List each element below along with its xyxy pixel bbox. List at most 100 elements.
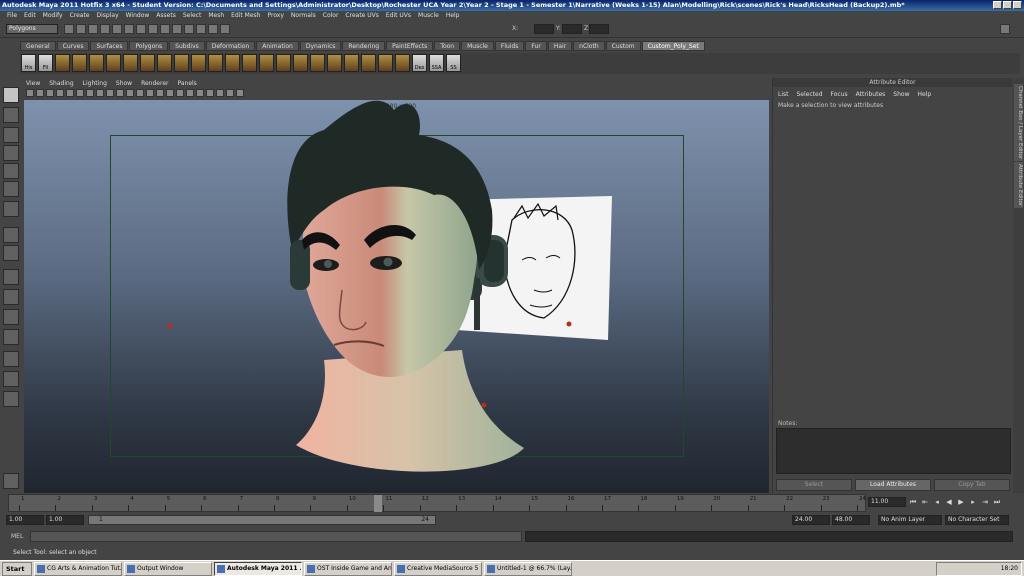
menu-muscle[interactable]: Muscle — [418, 11, 439, 21]
snap-point-icon[interactable] — [160, 24, 170, 34]
menu-edit[interactable]: Edit — [24, 11, 36, 21]
minimize-button[interactable] — [993, 1, 1002, 9]
poly-tool-icon[interactable] — [242, 54, 257, 72]
tab-custom-poly-set[interactable]: Custom_Poly_Set — [641, 41, 705, 51]
tab-channel-box-layer-editor[interactable]: Channel Box / Layer Editor — [1014, 84, 1023, 162]
soft-modify-tool-icon[interactable] — [3, 227, 19, 243]
animation-start-field[interactable]: 1.00 — [6, 515, 44, 525]
menu-mesh[interactable]: Mesh — [208, 11, 224, 21]
panel-menu-view[interactable]: View — [26, 80, 40, 89]
image-plane-icon[interactable] — [56, 89, 64, 97]
attr-menu-attributes[interactable]: Attributes — [856, 91, 886, 98]
tab-deformation[interactable]: Deformation — [205, 41, 256, 51]
ipr-render-icon[interactable] — [208, 24, 218, 34]
outliner-layout-icon[interactable] — [3, 371, 19, 387]
single-perspective-layout-icon[interactable] — [3, 269, 19, 285]
menu-edit-uvs[interactable]: Edit UVs — [386, 11, 411, 21]
poly-tool-icon[interactable] — [327, 54, 342, 72]
step-back-frame-icon[interactable]: ◂ — [932, 497, 942, 507]
use-all-lights-icon[interactable] — [176, 89, 184, 97]
playback-start-field[interactable]: 1.00 — [46, 515, 84, 525]
snap-curve-icon[interactable] — [148, 24, 158, 34]
snap-plane-icon[interactable] — [172, 24, 182, 34]
grid-icon[interactable] — [66, 89, 74, 97]
tab-painteffects[interactable]: PaintEffects — [386, 41, 434, 51]
poly-tool-icon[interactable] — [259, 54, 274, 72]
hypershade-layout-icon[interactable] — [3, 351, 19, 367]
poly-tool-icon[interactable] — [361, 54, 376, 72]
menu-create-uvs[interactable]: Create UVs — [345, 11, 378, 21]
poly-tool-icon[interactable] — [310, 54, 325, 72]
menu-color[interactable]: Color — [323, 11, 339, 21]
tab-animation[interactable]: Animation — [256, 41, 299, 51]
menu-edit-mesh[interactable]: Edit Mesh — [231, 11, 260, 21]
poly-tool-icon[interactable] — [106, 54, 121, 72]
notes-textarea[interactable] — [776, 428, 1011, 474]
tab-general[interactable]: General — [20, 41, 56, 51]
poly-tool-icon[interactable] — [395, 54, 410, 72]
tab-polygons[interactable]: Polygons — [129, 41, 169, 51]
history-shelf-icon[interactable]: His — [21, 54, 36, 72]
des-shelf-icon[interactable]: Des — [412, 54, 427, 72]
tab-muscle[interactable]: Muscle — [461, 41, 494, 51]
safe-action-icon[interactable] — [116, 89, 124, 97]
menu-select[interactable]: Select — [183, 11, 202, 21]
menu-set-dropdown[interactable]: Polygons — [6, 24, 58, 34]
go-to-start-icon[interactable]: ⏮ — [908, 497, 918, 507]
load-attributes-button[interactable]: Load Attributes — [855, 479, 931, 491]
mel-label[interactable]: MEL — [11, 533, 23, 540]
panel-menu-show[interactable]: Show — [116, 80, 132, 89]
xray-icon[interactable] — [216, 89, 224, 97]
copy-tab-button[interactable]: Copy Tab — [934, 479, 1010, 491]
wireframe-icon[interactable] — [136, 89, 144, 97]
attr-menu-focus[interactable]: Focus — [831, 91, 848, 98]
fill-shelf-icon[interactable]: Fil — [38, 54, 53, 72]
mel-input[interactable] — [30, 531, 522, 542]
close-button[interactable] — [1013, 1, 1022, 9]
attr-menu-list[interactable]: List — [778, 91, 789, 98]
select-object-icon[interactable] — [112, 24, 122, 34]
smooth-shade-icon[interactable] — [146, 89, 154, 97]
snap-grid-icon[interactable] — [136, 24, 146, 34]
z-field[interactable] — [589, 24, 609, 34]
play-backwards-icon[interactable]: ◀ — [944, 497, 954, 507]
bookmark-icon[interactable] — [46, 89, 54, 97]
ssa-shelf-icon[interactable]: SSA — [429, 54, 444, 72]
taskbar-item-maya[interactable]: Autodesk Maya 2011 ... — [214, 562, 302, 576]
poly-tool-icon[interactable] — [140, 54, 155, 72]
camera-attributes-icon[interactable] — [36, 89, 44, 97]
taskbar-item-output-window[interactable]: Output Window — [124, 562, 212, 576]
tab-hair[interactable]: Hair — [547, 41, 573, 51]
character-set-dropdown[interactable]: No Character Set — [945, 515, 1009, 525]
tab-surfaces[interactable]: Surfaces — [90, 41, 129, 51]
animation-end-field[interactable]: 48.00 — [832, 515, 870, 525]
poly-tool-icon[interactable] — [208, 54, 223, 72]
menu-normals[interactable]: Normals — [291, 11, 316, 21]
poly-tool-icon[interactable] — [276, 54, 291, 72]
persp-graph-layout-icon[interactable] — [3, 329, 19, 345]
menu-proxy[interactable]: Proxy — [267, 11, 283, 21]
step-forward-key-icon[interactable]: ⇥ — [980, 497, 990, 507]
playback-end-field[interactable]: 24.00 — [792, 515, 830, 525]
poly-tool-icon[interactable] — [174, 54, 189, 72]
locator-icon[interactable] — [167, 323, 173, 329]
universal-manipulator-icon[interactable] — [3, 201, 19, 217]
taskbar-item-cg-arts[interactable]: CG Arts & Animation Tut... — [34, 562, 122, 576]
textured-icon[interactable] — [166, 89, 174, 97]
poly-tool-icon[interactable] — [293, 54, 308, 72]
isolate-select-icon[interactable] — [206, 89, 214, 97]
current-time-field[interactable]: 11.00 — [868, 497, 906, 507]
taskbar-item-creative-mediasource[interactable]: Creative MediaSource 5 — [394, 562, 482, 576]
channel-box-toggle-icon[interactable] — [1000, 24, 1010, 34]
shadows-icon[interactable] — [186, 89, 194, 97]
tab-custom[interactable]: Custom — [605, 41, 641, 51]
tab-curves[interactable]: Curves — [56, 41, 90, 51]
select-button[interactable]: Select — [776, 479, 852, 491]
paint-select-tool-icon[interactable] — [3, 127, 19, 143]
perspective-viewport[interactable]: 1280 x 720 — [24, 100, 769, 493]
poly-tool-icon[interactable] — [191, 54, 206, 72]
tab-attribute-editor[interactable]: Attribute Editor — [1014, 162, 1023, 209]
select-hierarchy-icon[interactable] — [100, 24, 110, 34]
poly-tool-icon[interactable] — [72, 54, 87, 72]
attr-menu-show[interactable]: Show — [893, 91, 909, 98]
